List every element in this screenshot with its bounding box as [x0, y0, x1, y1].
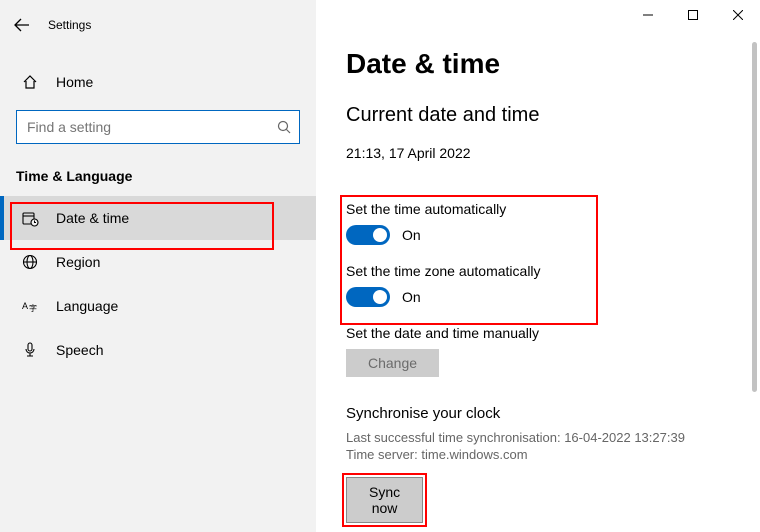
auto-settings-group: Set the time automatically On Set the ti… — [346, 183, 760, 307]
sidebar-item-region[interactable]: Region — [0, 240, 316, 284]
sidebar-nav: Date & time Region A字 Language Speech — [0, 196, 316, 372]
section-current-heading: Current date and time — [346, 104, 760, 127]
sidebar: Settings Home Time & Language Date & — [0, 0, 316, 532]
content-pane: Date & time Current date and time 21:13,… — [316, 0, 760, 532]
sidebar-item-speech[interactable]: Speech — [0, 328, 316, 372]
maximize-button[interactable] — [670, 0, 715, 30]
sidebar-item-label: Language — [56, 298, 118, 314]
sidebar-item-label: Date & time — [56, 210, 129, 226]
search-icon — [277, 120, 291, 134]
sidebar-home[interactable]: Home — [0, 64, 316, 100]
sidebar-group-label: Time & Language — [0, 144, 316, 190]
sync-now-button[interactable]: Sync now — [346, 477, 423, 523]
svg-text:A: A — [22, 301, 28, 311]
globe-icon — [22, 254, 44, 270]
sync-heading: Synchronise your clock — [346, 405, 760, 422]
search-input[interactable] — [25, 118, 277, 136]
sync-section: Synchronise your clock Last successful t… — [346, 405, 760, 482]
sync-last: Last successful time synchronisation: 16… — [346, 430, 760, 445]
change-button[interactable]: Change — [346, 349, 439, 377]
auto-time-toggle[interactable] — [346, 225, 390, 245]
auto-time-state: On — [402, 227, 421, 243]
sidebar-home-label: Home — [56, 74, 93, 90]
sidebar-item-language[interactable]: A字 Language — [0, 284, 316, 328]
page-title: Date & time — [346, 48, 760, 80]
settings-window: Settings Home Time & Language Date & — [0, 0, 760, 532]
manual-label: Set the date and time manually — [346, 325, 760, 341]
search-box[interactable] — [16, 110, 300, 144]
auto-tz-state: On — [402, 289, 421, 305]
home-icon — [22, 74, 44, 90]
back-button[interactable] — [14, 18, 30, 32]
sidebar-item-label: Region — [56, 254, 100, 270]
titlebar-controls — [625, 0, 760, 30]
auto-tz-label: Set the time zone automatically — [346, 263, 760, 279]
sync-server: Time server: time.windows.com — [346, 447, 760, 462]
annotation-highlight: Sync now — [342, 473, 427, 527]
close-button[interactable] — [715, 0, 760, 30]
auto-time-label: Set the time automatically — [346, 201, 760, 217]
app-title: Settings — [48, 18, 91, 32]
auto-tz-toggle[interactable] — [346, 287, 390, 307]
svg-text:字: 字 — [29, 303, 37, 313]
scrollbar-thumb[interactable] — [752, 42, 757, 392]
sidebar-item-date-time[interactable]: Date & time — [0, 196, 316, 240]
calendar-clock-icon — [22, 210, 44, 227]
language-icon: A字 — [22, 298, 44, 314]
current-datetime: 21:13, 17 April 2022 — [346, 145, 760, 161]
minimize-button[interactable] — [625, 0, 670, 30]
scrollbar[interactable] — [752, 42, 757, 528]
microphone-icon — [22, 342, 44, 358]
sidebar-item-label: Speech — [56, 342, 103, 358]
